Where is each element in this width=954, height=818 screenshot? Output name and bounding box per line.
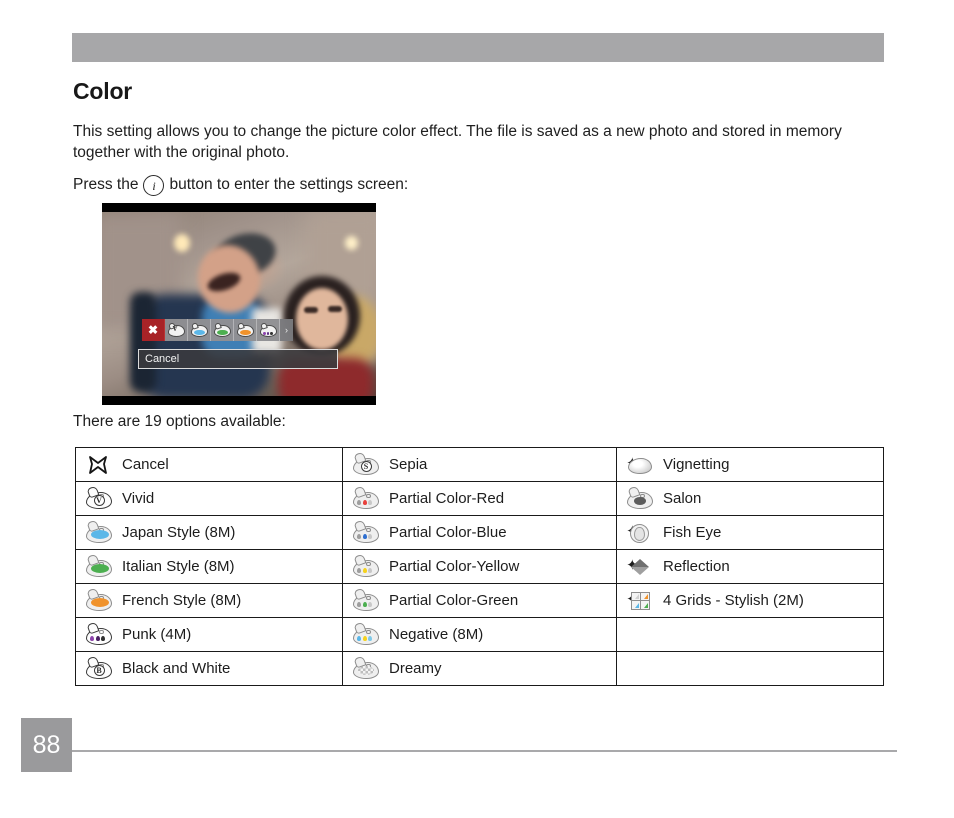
option-cell: Partial Color-Red xyxy=(342,481,617,516)
option-cell: Punk (4M) xyxy=(75,617,343,652)
option-label: Partial Color-Yellow xyxy=(389,558,520,575)
option-cell: V Vivid xyxy=(75,481,343,516)
press-prefix-text: Press the xyxy=(73,176,139,193)
camera-cancel-x-icon: ✖ xyxy=(147,323,159,337)
palette-negative-icon xyxy=(352,621,380,646)
camera-palette-icon xyxy=(259,321,277,337)
option-label: Punk (4M) xyxy=(122,626,192,643)
option-cell: Negative (8M) xyxy=(342,617,617,652)
palette-italian-icon xyxy=(85,553,113,578)
option-cell: Cancel xyxy=(75,447,343,482)
palette-french-icon xyxy=(85,587,113,612)
option-cell: S Sepia xyxy=(342,447,617,482)
palette-dreamy-icon xyxy=(352,655,380,680)
option-cell-empty xyxy=(616,617,884,652)
palette-partial-blue-icon xyxy=(352,519,380,544)
option-cell: ✦ 4 Grids - Stylish (2M) xyxy=(616,583,884,618)
press-suffix-text: button to enter the settings screen: xyxy=(169,176,409,193)
page-title: Color xyxy=(73,78,133,104)
table-row: Punk (4M) Negative (8M) xyxy=(75,617,884,652)
cancel-x-icon xyxy=(85,454,113,476)
palette-partial-green-icon xyxy=(352,587,380,612)
table-row: V Vivid Partial Color-Red Salon xyxy=(75,481,884,516)
option-cell: ✦ Vignetting xyxy=(616,447,884,482)
option-label: Partial Color-Blue xyxy=(389,524,507,541)
palette-vignetting-icon: ✦ xyxy=(626,454,654,476)
option-label: French Style (8M) xyxy=(122,592,242,609)
option-cell-empty xyxy=(616,651,884,686)
fish-eye-icon: ✦ xyxy=(626,522,654,544)
four-grids-icon: ✦ xyxy=(626,590,654,612)
camera-selected-label: Cancel xyxy=(138,349,338,369)
palette-partial-red-icon xyxy=(352,485,380,510)
option-label: Partial Color-Green xyxy=(389,592,519,609)
option-cell: Partial Color-Blue xyxy=(342,515,617,550)
palette-salon-icon xyxy=(626,485,654,510)
option-label: Reflection xyxy=(663,558,730,575)
option-label: Vivid xyxy=(122,490,155,507)
palette-vivid-icon: V xyxy=(85,485,113,510)
camera-effect-french-style[interactable] xyxy=(234,319,257,341)
info-button-icon: i xyxy=(143,175,165,196)
footer-divider xyxy=(72,750,897,752)
option-label: Partial Color-Red xyxy=(389,490,505,507)
camera-palette-icon xyxy=(236,321,254,337)
option-label: Japan Style (8M) xyxy=(122,524,236,541)
option-cell: B Black and White xyxy=(75,651,343,686)
option-cell: French Style (8M) xyxy=(75,583,343,618)
camera-next-arrow-icon[interactable]: › xyxy=(280,319,293,341)
option-label: Negative (8M) xyxy=(389,626,484,643)
option-cell: Dreamy xyxy=(342,651,617,686)
option-cell: Partial Color-Yellow xyxy=(342,549,617,584)
reflection-icon: ✦ xyxy=(626,556,654,578)
table-row: Japan Style (8M) Partial Color-Blue ✦ Fish … xyxy=(75,515,884,550)
palette-sepia-icon: S xyxy=(352,451,380,476)
camera-effect-vivid[interactable]: V xyxy=(165,319,188,341)
camera-palette-icon xyxy=(213,321,231,337)
table-row: Cancel S Sepia ✦ Vignetting xyxy=(75,447,884,482)
camera-screenshot-illustration: ✖ V › Cancel xyxy=(102,203,376,405)
option-cell: Japan Style (8M) xyxy=(75,515,343,550)
option-label: Italian Style (8M) xyxy=(122,558,235,575)
option-cell: Partial Color-Green xyxy=(342,583,617,618)
option-label: Fish Eye xyxy=(663,524,722,541)
option-cell: Italian Style (8M) xyxy=(75,549,343,584)
palette-black-white-icon: B xyxy=(85,655,113,680)
palette-punk-icon xyxy=(85,621,113,646)
options-count-text: There are 19 options available: xyxy=(73,413,286,430)
color-options-table: Cancel S Sepia ✦ Vignetting V Vivid Partial Col… xyxy=(75,447,884,686)
camera-effect-japan-style[interactable] xyxy=(188,319,211,341)
camera-effect-cancel[interactable]: ✖ xyxy=(142,319,165,341)
table-row: French Style (8M) Partial Color-Green ✦ 4 G… xyxy=(75,583,884,618)
camera-effect-strip[interactable]: ✖ V › xyxy=(142,319,293,341)
option-cell: ✦ Fish Eye xyxy=(616,515,884,550)
option-label: Salon xyxy=(663,490,702,507)
palette-japan-icon xyxy=(85,519,113,544)
option-label: Black and White xyxy=(122,660,231,677)
option-label: 4 Grids - Stylish (2M) xyxy=(663,592,804,609)
camera-effect-punk[interactable] xyxy=(257,319,280,341)
option-label: Sepia xyxy=(389,456,428,473)
palette-partial-yellow-icon xyxy=(352,553,380,578)
option-label: Cancel xyxy=(122,456,169,473)
camera-palette-icon xyxy=(190,321,208,337)
header-banner xyxy=(72,33,884,62)
table-row: B Black and White Dreamy xyxy=(75,651,884,686)
option-cell: Salon xyxy=(616,481,884,516)
option-label: Vignetting xyxy=(663,456,730,473)
camera-effect-italian-style[interactable] xyxy=(211,319,234,341)
press-button-instruction: Press the i button to enter the settings… xyxy=(73,174,673,196)
table-row: Italian Style (8M) Partial Color-Yellow ✦ R… xyxy=(75,549,884,584)
option-cell: ✦ Reflection xyxy=(616,549,884,584)
intro-paragraph: This setting allows you to change the pi… xyxy=(73,123,842,161)
option-label: Dreamy xyxy=(389,660,442,677)
page-number-badge: 88 xyxy=(21,718,72,772)
camera-palette-icon: V xyxy=(167,321,185,337)
